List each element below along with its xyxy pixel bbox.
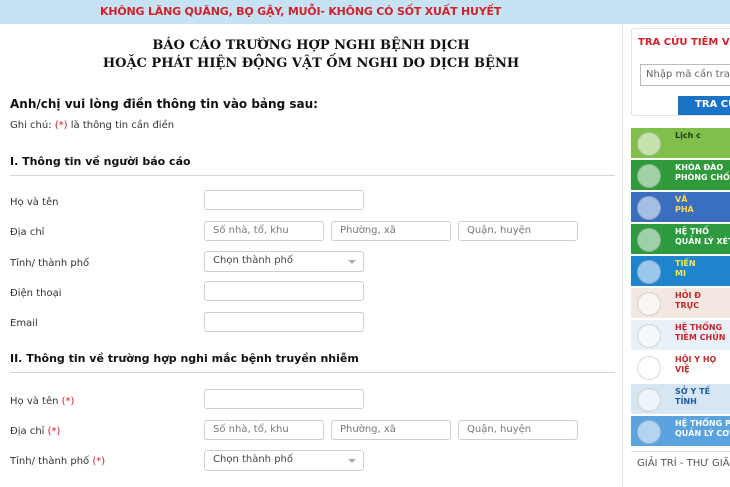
banner-text: HỘI Y HỌ VIỆ — [675, 355, 717, 374]
banner-text: VĂ PHÁ — [675, 195, 694, 214]
reporter-district-input[interactable]: Quận, huyện — [458, 221, 578, 241]
reporter-city-value: Chọn thành phố — [213, 255, 293, 266]
required-mark: (*) — [92, 456, 106, 467]
sidebar-banner-link[interactable]: HỎI Đ TRỰC — [631, 288, 730, 318]
form-note: Ghi chú: (*) là thông tin cần điền — [10, 120, 174, 131]
reporter-phone-label: Điện thoại — [10, 288, 62, 299]
banner-emblem-icon — [637, 292, 661, 316]
patient-district-input[interactable]: Quận, huyện — [458, 420, 578, 440]
lookup-title: TRA CỨU TIÊM VẮC — [638, 37, 730, 48]
sidebar-banner-link[interactable]: HỘI Y HỌ VIỆ — [631, 352, 730, 382]
lookup-button[interactable]: TRA CỨU — [678, 96, 730, 115]
patient-name-text: Họ và tên — [10, 396, 62, 407]
lookup-code-input[interactable]: Nhập mã cần tra — [640, 64, 730, 86]
reporter-city-label: Tỉnh/ thành phố — [10, 258, 90, 269]
banner-emblem-icon — [637, 132, 661, 156]
required-mark: (*) — [47, 426, 61, 437]
banner-emblem-icon — [637, 324, 661, 348]
patient-street-input[interactable]: Số nhà, tổ, khu — [204, 420, 324, 440]
banner-emblem-icon — [637, 420, 661, 444]
form-title-line2: HOẶC PHÁT HIỆN ĐỘNG VẬT ỐM NGHI DO DỊCH … — [102, 56, 520, 71]
section1-divider — [10, 175, 615, 176]
sidebar-banner-link[interactable]: HỆ THỐ QUẢN LÝ XÉT N — [631, 224, 730, 254]
note-required-mark: (*) — [54, 120, 68, 131]
entertainment-heading[interactable]: GIẢI TRÍ - THƯ GIÃN — [631, 451, 730, 473]
section2-heading: II. Thông tin về trường hợp nghi mắc bện… — [10, 352, 359, 365]
patient-name-label: Họ và tên (*) — [10, 396, 74, 407]
patient-city-select[interactable]: Chọn thành phố — [204, 450, 364, 471]
patient-city-text: Tỉnh/ thành phố — [10, 456, 93, 467]
patient-city-label: Tỉnh/ thành phố (*) — [10, 456, 105, 467]
reporter-street-input[interactable]: Số nhà, tổ, khu — [204, 221, 324, 241]
top-banner: KHÔNG LĂNG QUĂNG, BỌ GẬY, MUỖI- KHÔNG CÓ… — [0, 0, 730, 24]
patient-ward-input[interactable]: Phường, xã — [331, 420, 451, 440]
reporter-city-select[interactable]: Chọn thành phố — [204, 251, 364, 272]
banner-emblem-icon — [637, 196, 661, 220]
banner-text: SỞ Y TẾ TỈNH — [675, 387, 711, 406]
sidebar-banner-link[interactable]: HỆ THỐNG TIÊM CHỦN — [631, 320, 730, 350]
reporter-name-label: Họ và tên — [10, 197, 59, 208]
required-mark: (*) — [61, 396, 75, 407]
banner-emblem-icon — [637, 388, 661, 412]
section2-divider — [10, 372, 615, 373]
chevron-down-icon — [348, 260, 356, 264]
reporter-email-label: Email — [10, 318, 38, 329]
sidebar-banner-link[interactable]: TIẾN MI — [631, 256, 730, 286]
sidebar-banner-link[interactable]: Lịch c — [631, 128, 730, 158]
section1-heading: I. Thông tin về người báo cáo — [10, 155, 191, 168]
banner-emblem-icon — [637, 228, 661, 252]
vaccine-lookup-box: TRA CỨU TIÊM VẮC Nhập mã cần tra TRA CỨU — [631, 28, 730, 116]
banner-emblem-icon — [637, 260, 661, 284]
banner-emblem-icon — [637, 164, 661, 188]
patient-name-input[interactable] — [204, 389, 364, 409]
note-suffix: là thông tin cần điền — [67, 120, 175, 131]
note-prefix: Ghi chú: — [10, 120, 55, 131]
form-title-line1: BÁO CÁO TRƯỜNG HỢP NGHI BỆNH DỊCH — [152, 38, 470, 53]
banner-text: KHÓA ĐÀO PHÒNG CHỐNG VI — [675, 163, 730, 182]
banner-text: HỆ THỐ QUẢN LÝ XÉT N — [675, 227, 730, 246]
sidebar-banner-link[interactable]: HỆ THỐNG PHẦN QUẢN LÝ CƠ SỞ DỮ LIỆU — [631, 416, 730, 446]
banner-text: HỆ THỐNG TIÊM CHỦN — [675, 323, 726, 342]
reporter-email-input[interactable] — [204, 312, 364, 332]
report-form: BÁO CÁO TRƯỜNG HỢP NGHI BỆNH DỊCH HOẶC P… — [0, 24, 622, 487]
banner-emblem-icon — [637, 356, 661, 380]
banner-text: HỎI Đ TRỰC — [675, 291, 701, 310]
chevron-down-icon — [348, 459, 356, 463]
reporter-address-label: Địa chỉ — [10, 227, 45, 238]
reporter-phone-input[interactable] — [204, 281, 364, 301]
patient-address-label: Địa chỉ (*) — [10, 426, 60, 437]
sidebar-banner-link[interactable]: KHÓA ĐÀO PHÒNG CHỐNG VI — [631, 160, 730, 190]
sidebar-banner-link[interactable]: VĂ PHÁ — [631, 192, 730, 222]
sidebar: TRA CỨU TIÊM VẮC Nhập mã cần tra TRA CỨU… — [622, 24, 730, 487]
marquee-text: KHÔNG LĂNG QUĂNG, BỌ GẬY, MUỖI- KHÔNG CÓ… — [100, 5, 502, 18]
banner-text: HỆ THỐNG PHẦN QUẢN LÝ CƠ SỞ DỮ LIỆU — [675, 419, 730, 438]
reporter-ward-input[interactable]: Phường, xã — [331, 221, 451, 241]
banner-text: Lịch c — [675, 131, 701, 140]
patient-city-value: Chọn thành phố — [213, 454, 293, 465]
reporter-name-input[interactable] — [204, 190, 364, 210]
form-lead: Anh/chị vui lòng điền thông tin vào bảng… — [10, 97, 318, 111]
patient-address-text: Địa chỉ — [10, 426, 48, 437]
banner-text: TIẾN MI — [675, 259, 696, 278]
sidebar-banner-link[interactable]: SỞ Y TẾ TỈNH — [631, 384, 730, 414]
